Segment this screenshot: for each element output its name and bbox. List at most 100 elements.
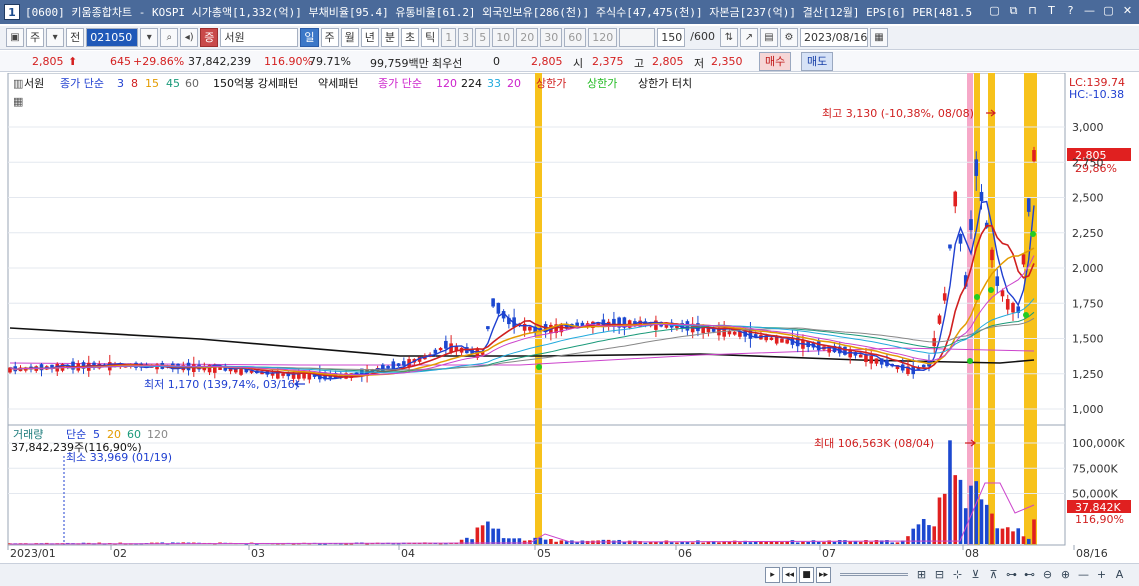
current-volume-pct: 116,90% [1075, 513, 1124, 526]
bar-count-input[interactable]: 150 [657, 28, 686, 47]
date-input[interactable]: 2023/08/16 [799, 28, 868, 47]
stock-code-input[interactable]: 021050 [86, 28, 139, 47]
zoom-out-icon[interactable]: ⊖ [1040, 567, 1055, 583]
close-icon[interactable]: ✕ [1120, 3, 1135, 19]
link-icon-2[interactable]: ⊷ [1022, 567, 1037, 583]
maximize-icon[interactable]: ▢ [1101, 3, 1116, 19]
period-tab-tick[interactable]: 틱 [421, 28, 440, 47]
stock-chart[interactable]: ▥ 서원 종가 단순 3 8 15 45 60 150억봉 강세패턴 약세패턴 … [0, 72, 1139, 563]
help-icon[interactable]: ? [1063, 3, 1078, 19]
split-icon[interactable]: ⊟ [932, 567, 947, 583]
interval-20[interactable]: 20 [516, 28, 539, 47]
interval-3[interactable]: 3 [458, 28, 474, 47]
speaker-icon[interactable]: ◂) [180, 28, 199, 47]
buy-button[interactable]: 매수 [759, 52, 792, 71]
candle-body [921, 364, 926, 368]
limit-up-marker [1023, 312, 1029, 318]
font-size-icon[interactable]: A [1112, 567, 1127, 583]
candle-body [496, 302, 501, 314]
interval-30[interactable]: 30 [540, 28, 563, 47]
volume-bar [822, 542, 826, 544]
minimize-icon[interactable]: — [1082, 3, 1097, 19]
stop-icon[interactable]: ■ [799, 567, 814, 583]
order-icon[interactable]: ⇅ [719, 28, 738, 47]
volume-bar [1005, 527, 1010, 544]
volume-bar [664, 540, 669, 544]
volume-bar [717, 542, 721, 544]
tool-icon-2[interactable]: ⊼ [986, 567, 1001, 583]
minus-icon[interactable]: — [1076, 567, 1091, 583]
volume-legend-label: 거래량 [13, 428, 43, 441]
grid-settings-icon: ▦ [13, 95, 23, 108]
fast-forward-icon[interactable]: ▸▸ [816, 567, 831, 583]
prev-button[interactable]: 전 [66, 28, 85, 47]
prior-label: 최우선 [432, 57, 463, 70]
candle-body [974, 159, 979, 176]
volume-bar [948, 440, 952, 544]
chevron-down-icon[interactable]: ▾ [46, 28, 65, 47]
volume-bar [491, 528, 495, 544]
x-tick-label: 05 [537, 547, 551, 560]
candle-body [528, 326, 532, 331]
candle-body [1021, 254, 1026, 265]
price-tick-label: 2,750 [1072, 156, 1104, 169]
layout-icon: ▥ [13, 77, 23, 90]
interval-5[interactable]: 5 [475, 28, 491, 47]
volume-bar [832, 541, 837, 544]
volume-bar [696, 540, 700, 544]
crosshair-icon[interactable]: ⊹ [950, 567, 965, 583]
period-tab-second[interactable]: 초 [401, 28, 420, 47]
layout-icon[interactable]: ⊞ [914, 567, 929, 583]
restore-icon[interactable]: ▢ [987, 3, 1002, 19]
x-tick-label: 06 [678, 547, 692, 560]
interval-1[interactable]: 1 [441, 28, 457, 47]
volume-bar [795, 542, 800, 544]
volume-bar [549, 539, 553, 544]
legend-stock-name: 서원 [24, 77, 44, 90]
code-dropdown-icon[interactable]: ▾ [140, 28, 159, 47]
sell-button[interactable]: 매도 [801, 52, 834, 71]
draw-icon[interactable]: ↗ [739, 28, 758, 47]
plus-icon[interactable]: + [1094, 567, 1109, 583]
rewind-icon[interactable]: ◂◂ [782, 567, 797, 583]
search-icon[interactable]: ⌕ [160, 28, 179, 47]
pin-icon[interactable]: ⊓ [1025, 3, 1040, 19]
candle-body [1011, 302, 1015, 313]
period-tab-minute[interactable]: 분 [380, 28, 399, 47]
text-icon[interactable]: T [1044, 3, 1059, 19]
volume-bar [801, 541, 805, 544]
zoom-slider[interactable] [840, 573, 908, 576]
link-icon[interactable]: ⊶ [1004, 567, 1019, 583]
custom-interval-select[interactable] [619, 28, 656, 47]
volume-ma-60: 60 [127, 428, 141, 441]
trade-amount: 99,759백만 [370, 57, 429, 70]
period-tab-month[interactable]: 월 [340, 28, 359, 47]
period-tab-day[interactable]: 일 [300, 28, 319, 47]
interval-120[interactable]: 120 [588, 28, 618, 47]
volume-bar [764, 541, 768, 544]
volume-bar [480, 525, 485, 544]
x-tick-label: 07 [822, 547, 836, 560]
volume-bar [780, 542, 784, 544]
tool-icon[interactable]: ⊻ [968, 567, 983, 583]
play-icon[interactable]: ▸ [765, 567, 780, 583]
market-type-select[interactable]: 주 [26, 28, 45, 47]
stock-name-field[interactable]: 서원 [220, 28, 299, 47]
legend-ma-20: 20 [507, 77, 521, 90]
zoom-in-icon[interactable]: ⊕ [1058, 567, 1073, 583]
tile-icon[interactable]: ⧉ [1006, 3, 1021, 19]
candle-body [391, 361, 396, 370]
chart-menu-icon[interactable]: ▣ [6, 28, 24, 47]
candle-body [386, 365, 390, 369]
chart-area[interactable]: ▥ 서원 종가 단순 3 8 15 45 60 150억봉 강세패턴 약세패턴 … [0, 72, 1139, 563]
volume-bar [942, 493, 947, 544]
gear-icon[interactable]: ⚙ [779, 28, 798, 47]
calendar-icon[interactable]: ▦ [869, 28, 888, 47]
last-price: 2,805 [531, 55, 563, 68]
interval-60[interactable]: 60 [564, 28, 587, 47]
period-tab-year[interactable]: 년 [360, 28, 379, 47]
interval-10[interactable]: 10 [492, 28, 515, 47]
volume-bar [790, 540, 795, 544]
period-tab-week[interactable]: 주 [320, 28, 339, 47]
save-icon[interactable]: ▤ [759, 28, 778, 47]
